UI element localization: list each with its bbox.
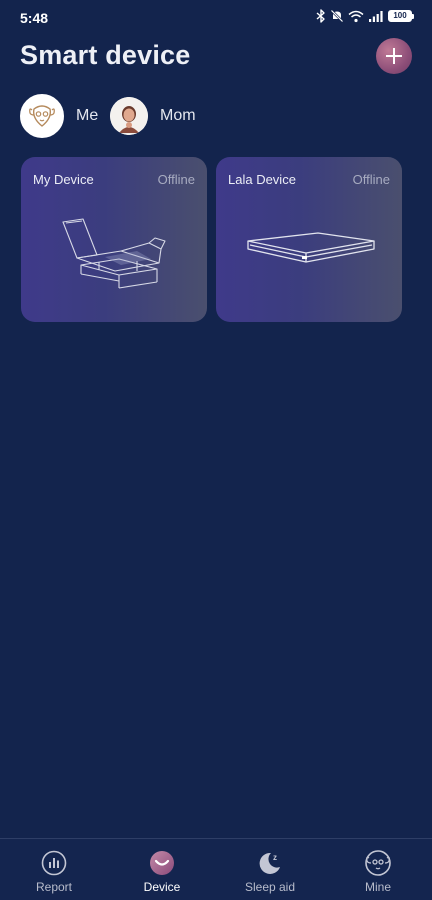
bar-chart-circle-icon [40, 849, 68, 877]
bottom-navigation: Report Device z Sleep aid Mine [0, 838, 432, 900]
battery-level: 100 [388, 10, 412, 22]
status-time: 5:48 [20, 10, 49, 26]
battery-icon: 100 [388, 10, 414, 22]
nav-device[interactable]: Device [108, 839, 216, 900]
add-device-button[interactable] [376, 38, 412, 74]
adjustable-bed-image [62, 218, 166, 289]
sheep-face-icon [364, 849, 392, 877]
device-card-my-device[interactable]: My Device Offline [21, 157, 207, 322]
mattress-image [247, 232, 375, 263]
device-smile-icon [148, 849, 176, 877]
nav-label-device: Device [143, 880, 181, 894]
status-icons: 100 [316, 9, 414, 23]
nav-mine[interactable]: Mine [324, 839, 432, 900]
member-me[interactable]: Me [20, 94, 99, 138]
nav-label-mine: Mine [364, 880, 391, 894]
plus-icon [386, 48, 402, 64]
nav-report[interactable]: Report [0, 839, 108, 900]
person-photo-avatar [110, 97, 148, 135]
device-card-lala-device[interactable]: Lala Device Offline [216, 157, 402, 322]
nav-sleep-aid[interactable]: z Sleep aid [216, 839, 324, 900]
member-name-mom: Mom [160, 107, 196, 124]
device-name: Lala Device [228, 172, 296, 187]
device-name: My Device [33, 172, 94, 187]
member-name-me: Me [76, 107, 99, 124]
sheep-logo-avatar [20, 94, 64, 138]
wifi-icon [348, 10, 364, 22]
member-mom[interactable]: Mom [110, 95, 196, 137]
page-title: Smart device [20, 40, 191, 70]
nav-label-report: Report [35, 880, 73, 894]
signal-icon [369, 10, 383, 22]
device-status: Offline [157, 172, 195, 187]
nav-label-sleep-aid: Sleep aid [244, 880, 296, 894]
device-status: Offline [352, 172, 390, 187]
bluetooth-icon [316, 9, 325, 23]
smart-device-screen: 5:48 100 Smart device Me Mom My Device O… [0, 0, 432, 900]
mute-icon [330, 9, 344, 23]
moon-z-icon: z [256, 849, 284, 877]
svg-text:z: z [273, 853, 277, 862]
status-bar: 5:48 100 [0, 0, 432, 36]
